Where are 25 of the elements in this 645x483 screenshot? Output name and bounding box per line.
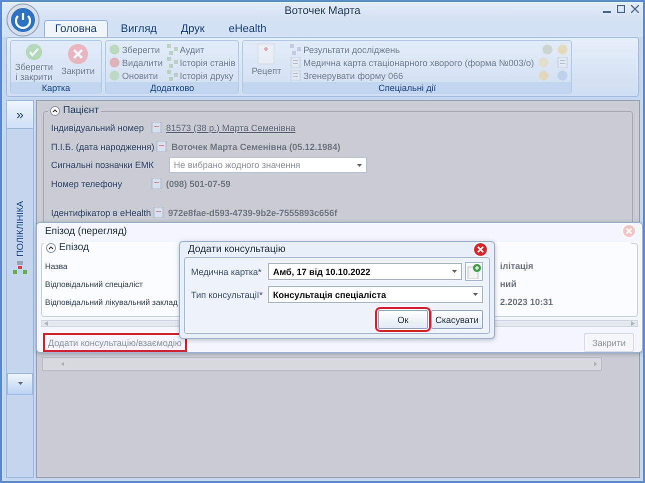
- ribbon-group-label: Додатково: [106, 82, 238, 94]
- field-label: Відповідальний лікувальний заклад: [45, 298, 178, 306]
- field-value: Воточек Марта Семенівна (05.12.1984): [171, 142, 340, 152]
- group-legend: Епізод: [59, 242, 89, 253]
- field-value: 972e8fae-d593-4739-9b2e-7555893c656f: [168, 208, 338, 218]
- field-value: ний: [500, 279, 518, 289]
- field-label: Назва: [45, 262, 68, 270]
- window-title: Воточек Марта: [284, 5, 361, 17]
- field-label: П.І.Б. (дата народження): [51, 142, 154, 152]
- field-label: Сигнальні позначки ЕМК: [51, 160, 154, 170]
- field-value: (098) 501-07-59: [166, 178, 231, 188]
- ribbon-group-label: Картка: [11, 82, 101, 94]
- field-label: Тип консультації*: [191, 290, 264, 300]
- field-label: Відповідальний спеціаліст: [45, 280, 143, 288]
- field-value: ілітація: [500, 261, 534, 271]
- field-value: 2.2023 10:31: [500, 297, 554, 307]
- group-legend: Пацієнт: [63, 105, 99, 116]
- dialog-title: Епізод (перегляд): [45, 226, 128, 236]
- field-label: Індивідуальний номер: [51, 122, 145, 132]
- dialog-title: Додати консультацію: [188, 244, 286, 255]
- sidebar-title: ПОЛІКЛІНІКА: [15, 201, 25, 257]
- field-label: Ідентифікатор в eHealth: [51, 208, 152, 218]
- field-label: Номер телефону: [51, 178, 124, 188]
- field-label: Медична картка*: [191, 266, 263, 276]
- ribbon-group-label: Спеціальні дії: [243, 82, 572, 94]
